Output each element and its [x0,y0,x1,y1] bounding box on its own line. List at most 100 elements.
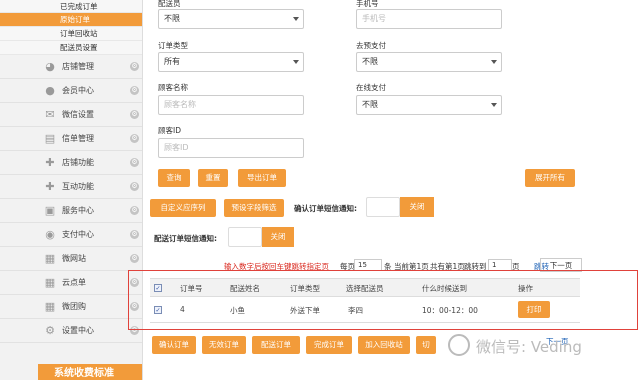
wechat-logo-icon [448,334,470,356]
chevron-down-icon [491,60,497,64]
chevron-down-icon [293,17,299,21]
search-button[interactable]: 查询 [158,169,190,187]
settings-icon[interactable]: ⚙ [130,134,139,143]
online-pay-label: 在线支付 [356,83,386,92]
confirm-sms-toggle-track[interactable] [366,197,400,217]
watermark: 微信号: Veding [448,334,638,358]
settings-icon[interactable]: ⚙ [130,158,139,167]
chevron-down-icon [293,60,299,64]
plus-icon: ✚ [45,180,55,193]
sidebar-subitem-original-orders[interactable]: 原始订单 [0,13,142,27]
order-type-label: 订单类型 [158,41,188,50]
settings-icon[interactable]: ⚙ [130,206,139,215]
sidebar-item-member-center[interactable]: ● 会员中心 ⚙ [0,79,142,103]
courier-filter-label: 配送员 [158,0,181,8]
sidebar-item-payment-center[interactable]: ◉ 支付中心 ⚙ [0,223,142,247]
sidebar-item-cloud-order[interactable]: ▦ 云点单 ⚙ [0,271,142,295]
gear-icon: ⚙ [45,324,55,337]
prepay-label: 去预支付 [356,41,386,50]
header-order-id: 订单号 [180,284,203,293]
sidebar-item-label: 设置中心 [62,326,94,335]
table-header: ✓ 订单号 配送姓名 订单类型 选择配送员 什么时候送到 操作 [150,279,580,297]
header-courier: 选择配送员 [346,284,384,293]
row-delivery-time: 10：00-12：00 [422,306,478,315]
header-recipient-name: 配送姓名 [230,284,260,293]
sidebar-item-store-features[interactable]: ✚ 店铺功能 ⚙ [0,151,142,175]
sidebar-item-order-management[interactable]: ▤ 信单管理 ⚙ [0,127,142,151]
confirm-sms-toggle[interactable]: 关闭 [400,197,434,217]
mail-icon: ✉ [45,108,55,121]
dispatch-sms-toggle-track[interactable] [228,227,262,247]
grid-icon: ▦ [44,252,56,265]
dispatch-order-button[interactable]: 配送订单 [252,336,300,354]
sidebar: 已完成订单 原始订单 订单回收站 配送员设置 ◕ 店铺管理 ⚙ ● 会员中心 ⚙… [0,0,143,380]
sidebar-item-label: 店铺管理 [62,62,94,71]
prepay-select[interactable]: 不限 [356,52,502,72]
preset-field-filter-button[interactable]: 预设字段筛选 [224,199,284,217]
settings-icon[interactable]: ⚙ [130,62,139,71]
sidebar-subitem-completed-orders[interactable]: 已完成订单 [0,0,142,13]
confirm-sms-label: 确认订单短信通知: [294,204,357,213]
customer-name-input[interactable]: 顾客名称 [158,95,304,115]
header-delivery-time: 什么时候送到 [422,284,467,293]
add-to-recycle-button[interactable]: 加入回收站 [358,336,410,354]
row-order-type: 外送下单 [290,306,320,315]
sidebar-item-store-management[interactable]: ◕ 店铺管理 ⚙ [0,55,142,79]
custom-sequence-button[interactable]: 自定义应序列 [150,199,216,217]
sidebar-item-label: 会员中心 [62,86,94,95]
reset-button[interactable]: 重置 [198,169,228,187]
sidebar-item-wechat-settings[interactable]: ✉ 微信设置 ⚙ [0,103,142,127]
phone-filter-label: 手机号 [356,0,379,8]
sidebar-item-label: 微团购 [62,302,86,311]
customer-name-label: 顾客名称 [158,83,188,92]
expand-all-button[interactable]: 展开所有 [525,169,575,187]
courier-filter-select[interactable]: 不限 [158,9,304,29]
settings-icon[interactable]: ⚙ [130,230,139,239]
sidebar-item-label: 微信设置 [62,110,94,119]
plus-icon: ✚ [45,156,55,169]
select-all-checkbox[interactable]: ✓ [154,284,162,292]
dispatch-sms-toggle[interactable]: 关闭 [262,227,294,247]
settings-icon[interactable]: ⚙ [130,254,139,263]
sidebar-item-label: 云点单 [62,278,86,287]
sidebar-item-label: 服务中心 [62,206,94,215]
orders-table: ✓ 订单号 配送姓名 订单类型 选择配送员 什么时候送到 操作 ✓ 4 小鱼 外… [150,278,580,323]
customer-id-label: 顾客ID [158,126,181,135]
online-pay-value: 不限 [362,100,378,109]
grid-icon: ▦ [44,300,56,313]
sidebar-subitem-courier-settings[interactable]: 配送员设置 [0,41,142,55]
export-orders-button[interactable]: 导出订单 [238,169,286,187]
sidebar-item-service-center[interactable]: ▣ 服务中心 ⚙ [0,199,142,223]
row-checkbox[interactable]: ✓ [154,306,162,314]
settings-icon[interactable]: ⚙ [130,182,139,191]
complete-order-button[interactable]: 完成订单 [306,336,352,354]
settings-icon[interactable]: ⚙ [130,110,139,119]
customer-id-input[interactable]: 顾客ID [158,138,304,158]
sidebar-item-label: 互动功能 [62,182,94,191]
order-type-select[interactable]: 所有 [158,52,304,72]
courier-filter-value: 不限 [164,14,180,23]
sidebar-item-group-buy[interactable]: ▦ 微团购 ⚙ [0,295,142,319]
watermark-text: 微信号: Veding [476,338,582,356]
table-row[interactable]: ✓ 4 小鱼 外送下单 李四 10：00-12：00 打印 [150,297,580,323]
dispatch-sms-label: 配送订单短信通知: [154,234,217,243]
phone-input[interactable]: 手机号 [356,9,502,29]
header-action: 操作 [518,284,533,293]
pricing-standard-button[interactable]: 系统收费标准 [38,364,142,380]
wallet-icon: ◉ [45,228,55,241]
sidebar-item-settings-center[interactable]: ⚙ 设置中心 ⚙ [0,319,142,343]
invalid-order-button[interactable]: 无效订单 [202,336,246,354]
chevron-down-icon [491,103,497,107]
cut-button[interactable]: 切 [416,336,436,354]
chat-icon: ▣ [44,204,56,217]
sidebar-item-label: 信单管理 [62,134,94,143]
prepay-value: 不限 [362,57,378,66]
order-type-value: 所有 [164,57,180,66]
sidebar-item-micro-site[interactable]: ▦ 微网站 ⚙ [0,247,142,271]
sidebar-item-interactive-features[interactable]: ✚ 互动功能 ⚙ [0,175,142,199]
print-button[interactable]: 打印 [518,301,550,318]
settings-icon[interactable]: ⚙ [130,86,139,95]
online-pay-select[interactable]: 不限 [356,95,502,115]
sidebar-subitem-order-recycle[interactable]: 订单回收站 [0,27,142,41]
confirm-order-button[interactable]: 确认订单 [152,336,196,354]
